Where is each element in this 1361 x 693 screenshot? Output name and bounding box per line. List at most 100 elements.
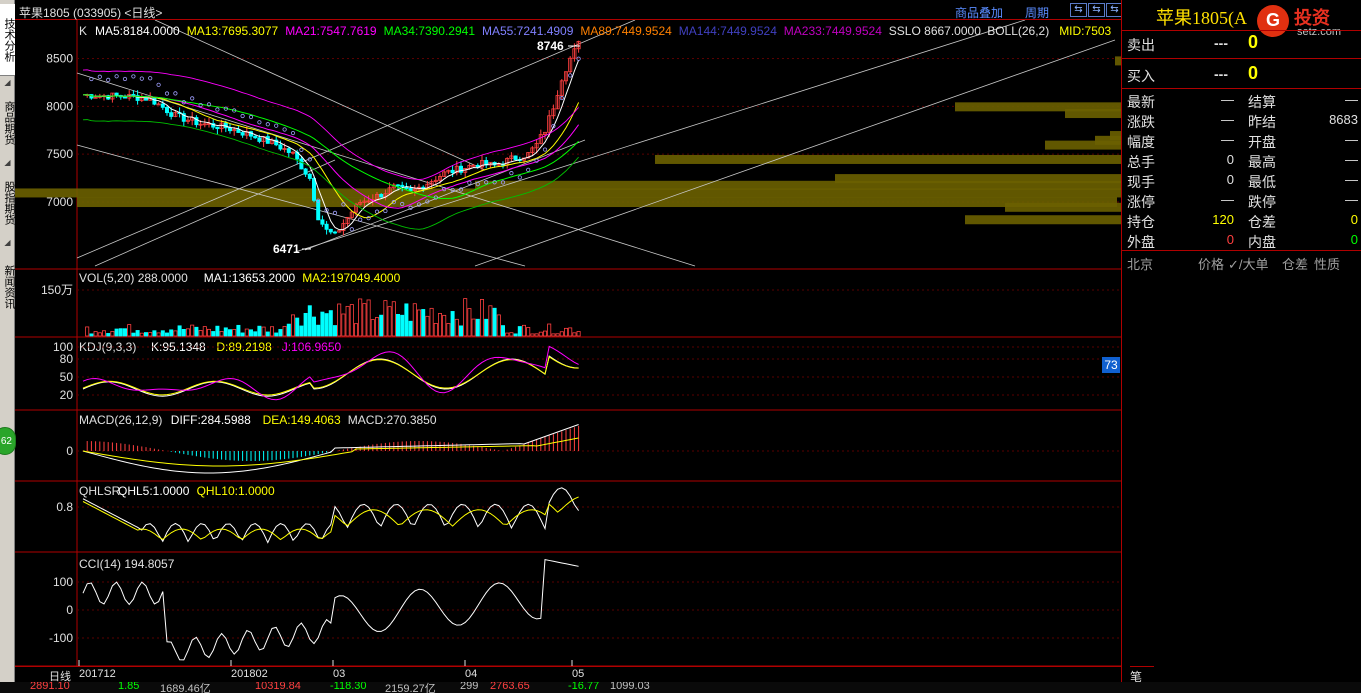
float-assistant-badge[interactable]: 62: [0, 427, 16, 455]
period-link[interactable]: 周期: [1025, 4, 1049, 21]
quote-row: 外盘 0 内盘 0: [1122, 231, 1361, 251]
sar-dot: [240, 113, 245, 119]
nav-middle-button[interactable]: ⇆: [1088, 3, 1105, 17]
volume-bar: [345, 305, 350, 337]
tab-technical-analysis[interactable]: 技术分析: [0, 4, 15, 76]
cci-tick-label: 100: [53, 575, 73, 589]
volume-bar: [517, 326, 522, 337]
tab-index-futures[interactable]: 股指期货: [0, 172, 15, 234]
ticker-item: 1689.46亿: [160, 683, 211, 693]
tab-separator-icon: ◢: [4, 158, 11, 167]
sar-dot: [164, 91, 170, 96]
cci-indicator-item: CCI(14) 194.8057: [79, 557, 175, 571]
tick-header-price: 价格: [1198, 257, 1225, 272]
volume-bar: [366, 299, 371, 337]
index-ticker-bar: 2891.10 1.85 1689.46亿 10319.84 -118.30 2159.2…: [0, 682, 1361, 693]
quote-value: —: [1345, 192, 1358, 207]
sar-dot: [526, 167, 531, 172]
volume-bar: [290, 314, 295, 337]
quote-value: —: [1345, 92, 1358, 107]
price-tick-label: 8500: [46, 51, 73, 65]
ticker-item: 1099.03: [610, 682, 650, 692]
sell-price: ---: [1214, 35, 1228, 51]
volume-bar: [316, 324, 321, 337]
cci-tick-label: 0: [66, 603, 73, 617]
volume-bar: [311, 316, 316, 337]
volume-bar: [299, 325, 304, 337]
ticker-item: 1.85: [118, 682, 140, 692]
candle-body: [471, 164, 476, 167]
date-label: 201712: [79, 668, 116, 680]
date-label: 04: [465, 668, 478, 680]
sar-dot: [282, 127, 287, 132]
sar-dot: [114, 74, 119, 79]
tab-commodity-futures[interactable]: 商品期货: [0, 92, 15, 154]
quote-value: 0: [1226, 152, 1234, 167]
candle-body: [236, 129, 241, 133]
sar-dot: [517, 175, 522, 180]
quote-row: 最新 — 结算 —: [1122, 91, 1361, 111]
divider: [1122, 88, 1361, 89]
price-tick-label: 7500: [46, 147, 73, 161]
volume-bar: [433, 323, 438, 337]
volume-bar: [89, 333, 94, 337]
volume-bar: [118, 328, 123, 337]
sar-dot: [122, 76, 128, 82]
qhlsr-indicator-item: QHLSR: [79, 484, 121, 498]
sar-dot: [139, 76, 144, 81]
tick-table-header: 北京 价格 ✓/大单 仓差 性质: [1122, 253, 1361, 272]
kline-chart[interactable]: 850080007500700087466471K MA5:8184.0000 MA…: [15, 20, 1121, 666]
volume-bar: [185, 328, 190, 337]
volume-bar: [211, 331, 216, 337]
volume-bar: [206, 328, 211, 337]
volume-bar: [324, 313, 329, 337]
ticker-item: 299: [460, 682, 479, 692]
sar-dot: [97, 74, 102, 79]
divider: [1122, 58, 1361, 59]
volume-bar: [139, 332, 144, 337]
volume-bar: [156, 332, 161, 337]
volume-bar: [202, 326, 207, 337]
volume-bar: [479, 299, 484, 337]
volume-profile-bar: [15, 188, 1121, 198]
ticker-item: -16.77: [568, 682, 600, 692]
candle-body: [152, 96, 157, 105]
candle-body: [160, 103, 165, 108]
candle-body: [408, 188, 413, 191]
main-indicator-item: BOLL(26,2): [987, 24, 1049, 38]
candle-body: [395, 184, 400, 187]
quote-value: 0: [1226, 172, 1234, 187]
candle-body: [253, 135, 258, 139]
chart-title: 苹果1805 (033905) <日线>: [19, 6, 163, 20]
nav-left-button[interactable]: ⇆: [1070, 3, 1087, 17]
sar-dot: [131, 74, 136, 79]
main-indicator-item: MA13:7695.3077: [187, 24, 279, 38]
volume-profile-bar: [655, 154, 1121, 164]
macd-tick-label: 0: [66, 444, 73, 458]
trend-line: [294, 20, 1026, 253]
divider: [1122, 250, 1361, 251]
ticker-item: -118.30: [330, 682, 367, 692]
candle-body: [311, 178, 316, 201]
kdj-tick-label: 20: [60, 388, 74, 402]
candle-body: [156, 103, 161, 106]
tab-news[interactable]: 新闻资讯: [0, 256, 15, 318]
volume-bar: [412, 303, 417, 337]
ticker-item: 10319.84: [255, 682, 301, 692]
candle-body: [265, 136, 270, 144]
quote-value: 0: [1350, 212, 1358, 227]
app-window: 技术分析 ◢ 商品期货 ◢ 股指期货 ◢ 新闻资讯 62 苹果1805 (033…: [0, 0, 1361, 693]
volume-bar: [169, 329, 174, 337]
volume-bar: [471, 318, 476, 337]
volume-bar: [547, 323, 552, 337]
chart-title-bar: 苹果1805 (033905) <日线> 商品叠加 周期 ⇆ ⇆ ⇆: [15, 0, 1123, 21]
volume-bar: [404, 303, 409, 337]
volume-bar: [484, 318, 489, 337]
volume-bar: [576, 331, 581, 337]
volume-bar: [198, 330, 203, 337]
sar-dot: [248, 114, 254, 120]
volume-bar: [143, 332, 148, 337]
overlay-commodity-link[interactable]: 商品叠加: [955, 4, 1003, 21]
vol-indicator-item: MA1:13653.2000: [204, 271, 296, 285]
ticker-item: 2763.65: [490, 682, 530, 692]
